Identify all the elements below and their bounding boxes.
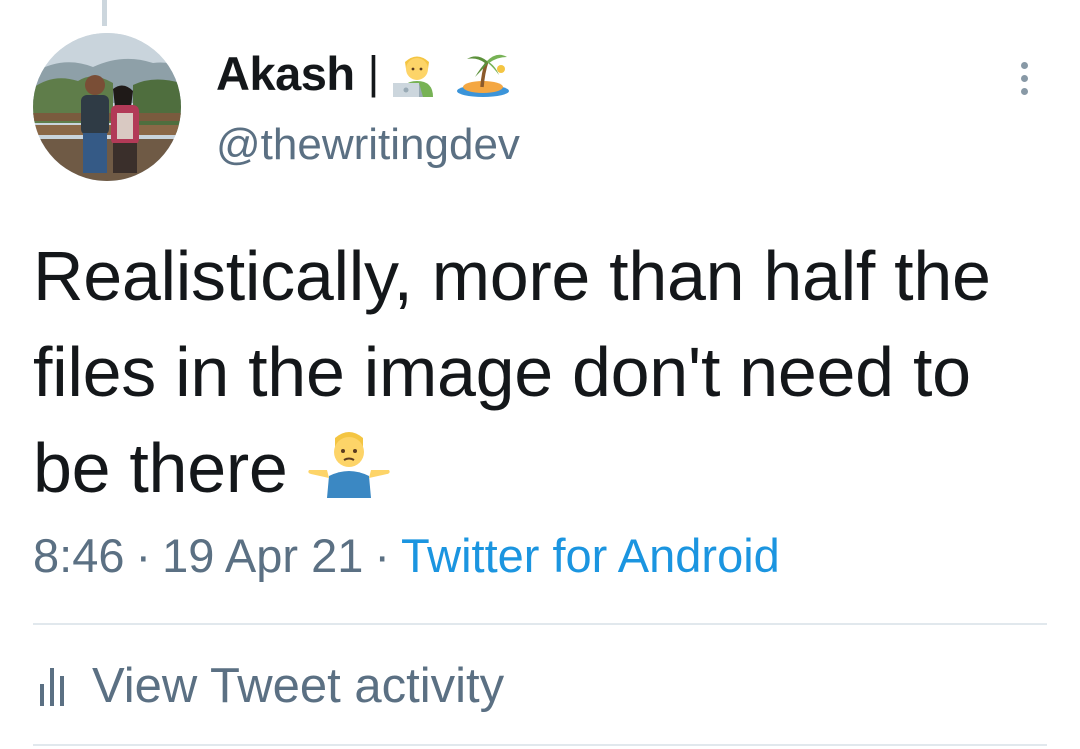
- technologist-icon: [391, 47, 443, 99]
- divider: [33, 623, 1047, 625]
- tweet-detail-view: Akash | @thewritingdev Realistically, mo…: [0, 0, 1080, 749]
- meta-separator: ·: [374, 529, 391, 582]
- display-name[interactable]: Akash: [216, 46, 355, 101]
- meta-separator: ·: [135, 529, 152, 582]
- author-handle[interactable]: @thewritingdev: [216, 120, 520, 170]
- author-name-row[interactable]: Akash |: [216, 40, 511, 106]
- tweet-text-content: Realistically, more than half the files …: [33, 237, 991, 507]
- analytics-icon: [40, 666, 64, 706]
- more-dot: [1020, 61, 1028, 69]
- tweet-time[interactable]: 8:46: [33, 529, 124, 582]
- avatar[interactable]: [33, 33, 181, 181]
- tweet-meta: 8:46 · 19 Apr 21 · Twitter for Android: [33, 528, 780, 583]
- profile-photo: [33, 33, 181, 181]
- tweet-date[interactable]: 19 Apr 21: [162, 529, 363, 582]
- divider: [33, 744, 1047, 746]
- more-dot: [1020, 87, 1028, 95]
- name-separator: |: [367, 47, 380, 98]
- desert-island-icon: [455, 47, 511, 99]
- person-shrugging-icon: [307, 426, 391, 522]
- more-options-icon[interactable]: [1004, 58, 1044, 98]
- view-tweet-activity-button[interactable]: View Tweet activity: [40, 658, 504, 714]
- tweet-text: Realistically, more than half the files …: [33, 228, 1043, 522]
- view-tweet-activity-label: View Tweet activity: [92, 659, 505, 713]
- thread-connector-line: [102, 0, 107, 26]
- tweet-source-link[interactable]: Twitter for Android: [401, 529, 780, 582]
- more-dot: [1020, 74, 1028, 82]
